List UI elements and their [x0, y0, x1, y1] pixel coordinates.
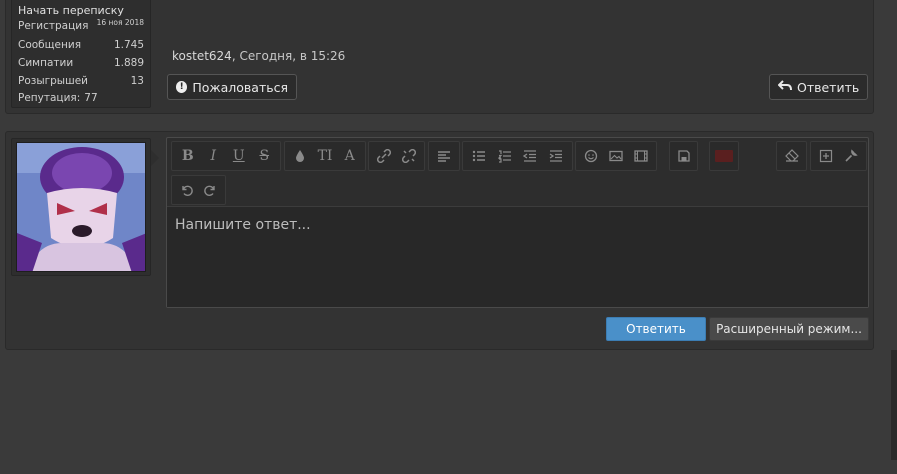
start-conversation-link[interactable]: Начать переписку	[18, 4, 124, 17]
toolbar-group-clean	[776, 141, 807, 171]
toolbar-group-font: TI A	[284, 141, 366, 171]
reply-label: Ответить	[797, 79, 860, 95]
post-time: , Сегодня, в 15:26	[231, 49, 346, 63]
strike-icon[interactable]: S	[253, 145, 277, 167]
exclamation-icon: !	[176, 81, 188, 93]
stat-value: 13	[130, 75, 144, 87]
underline-icon[interactable]: U	[227, 145, 251, 167]
toolbar-group-link	[368, 141, 425, 171]
report-label: Пожаловаться	[192, 79, 288, 95]
stat-value: 1.745	[113, 39, 144, 51]
bullet-list-icon[interactable]	[467, 145, 491, 167]
toolbar-group-insert	[575, 141, 657, 171]
numbered-list-icon[interactable]	[493, 145, 517, 167]
code-icon[interactable]	[714, 145, 734, 167]
stat-reputation: Репутация: 77	[18, 92, 98, 104]
italic-icon[interactable]: I	[202, 145, 226, 167]
avatar[interactable]	[16, 142, 146, 272]
settings-icon[interactable]	[840, 145, 863, 167]
undo-icon[interactable]	[176, 179, 198, 201]
submit-reply-button[interactable]: Ответить	[606, 317, 706, 341]
stat-label: Репутация	[18, 92, 77, 104]
toolbar-group-save	[669, 141, 698, 171]
user-stats-panel: Начать переписку Регистрация 16 ноя 2018…	[11, 0, 151, 108]
stat-label: Регистрация	[18, 20, 89, 32]
avatar-pointer	[151, 150, 159, 166]
toolbar-group-list	[462, 141, 573, 171]
toolbar-group-history	[171, 175, 226, 205]
image-icon[interactable]	[605, 145, 628, 167]
media-icon[interactable]	[629, 145, 652, 167]
redo-icon[interactable]	[200, 179, 222, 201]
save-icon[interactable]	[674, 145, 693, 167]
scrollbar[interactable]	[891, 350, 897, 460]
toolbar-group-format: B I U S	[171, 141, 281, 171]
align-icon[interactable]	[433, 145, 455, 167]
indent-icon[interactable]	[544, 145, 568, 167]
stat-giveaways: Розыгрышей 13	[18, 75, 144, 87]
post-author-link[interactable]: kostet624	[172, 49, 232, 63]
outdent-icon[interactable]	[519, 145, 543, 167]
stat-likes: Симпатии 1.889	[18, 57, 144, 69]
font-icon[interactable]: A	[338, 145, 361, 167]
message-placeholder: Напишите ответ...	[175, 217, 311, 233]
toolbar-group-align	[428, 141, 460, 171]
stat-label: Симпатии	[18, 57, 74, 69]
remove-format-icon[interactable]	[781, 145, 802, 167]
stat-messages: Сообщения 1.745	[18, 39, 144, 51]
toolbar-group-misc	[810, 141, 867, 171]
stat-value: 77	[84, 92, 98, 104]
stat-registration: Регистрация 16 ноя 2018	[18, 18, 144, 32]
report-button[interactable]: ! Пожаловаться	[167, 74, 297, 100]
color-icon[interactable]	[289, 145, 312, 167]
smilie-icon[interactable]	[580, 145, 603, 167]
font-size-icon[interactable]: TI	[314, 145, 337, 167]
reply-post-button[interactable]: Ответить	[769, 74, 868, 100]
stat-value: 1.889	[113, 57, 144, 69]
post-meta: kostet624, Сегодня, в 15:26	[172, 49, 345, 63]
extended-mode-button[interactable]: Расширенный режим...	[709, 317, 869, 341]
stat-label: Розыгрышей	[18, 75, 88, 87]
insert-icon[interactable]	[815, 145, 838, 167]
reply-arrow-icon	[777, 79, 792, 95]
stat-value: 16 ноя 2018	[96, 18, 144, 27]
unlink-icon[interactable]	[398, 145, 421, 167]
toolbar-group-code	[709, 141, 739, 171]
link-icon[interactable]	[373, 145, 396, 167]
stat-label: Сообщения	[18, 39, 82, 51]
bold-icon[interactable]: B	[176, 145, 200, 167]
